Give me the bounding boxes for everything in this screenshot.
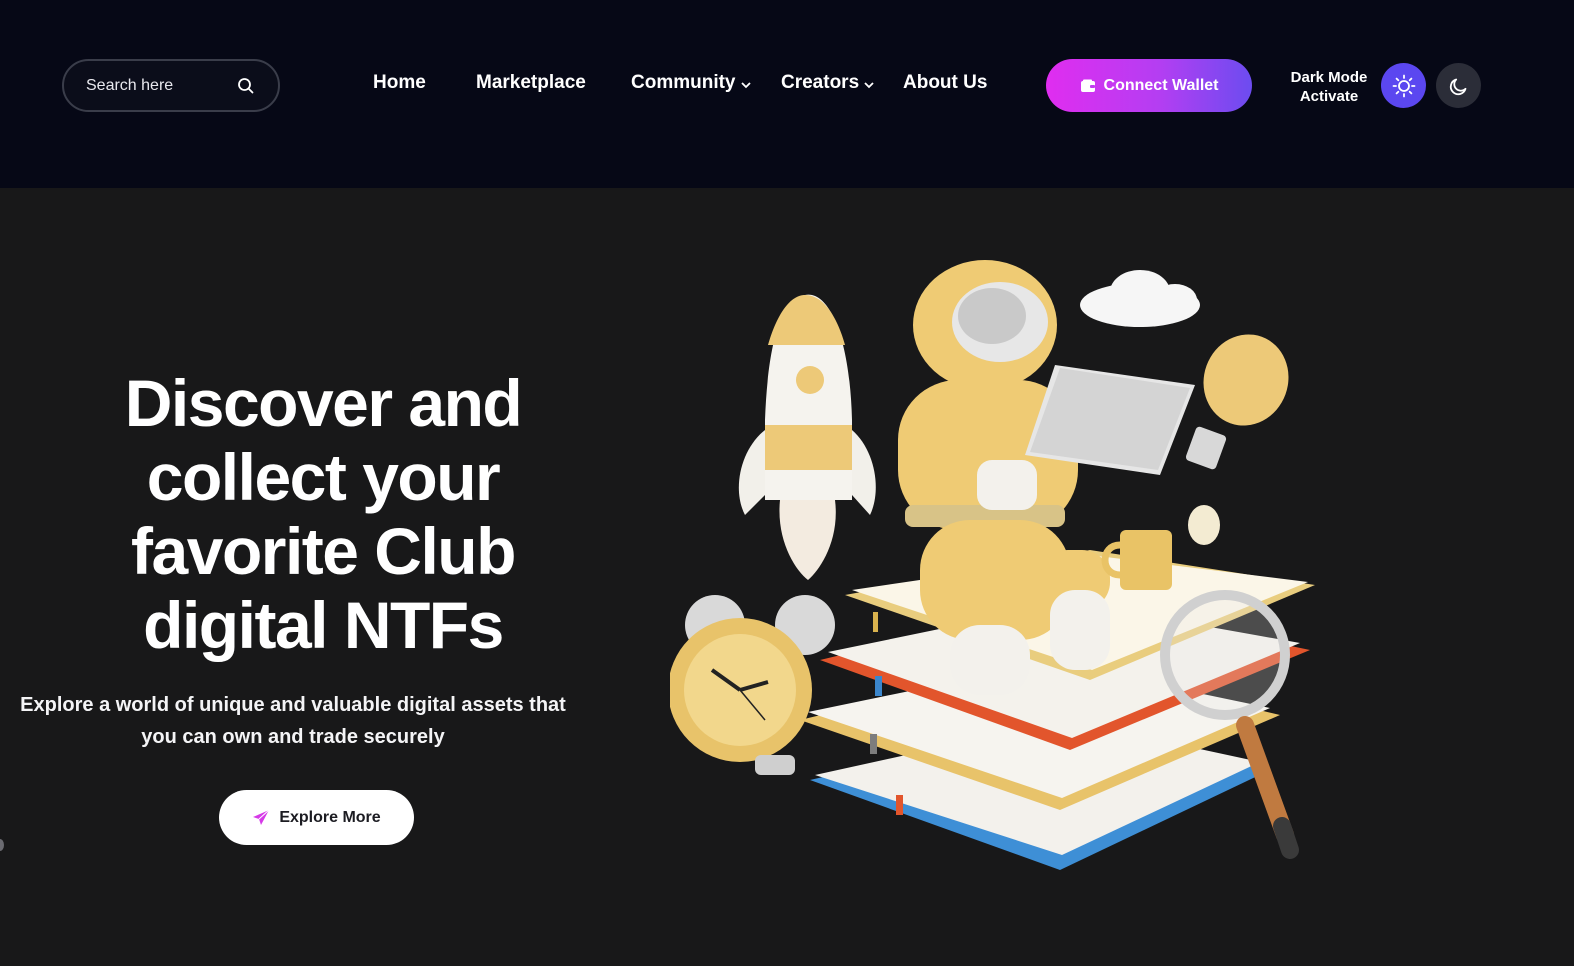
light-bulb-icon — [1185, 334, 1289, 470]
hero-subtitle-line: you can own and trade securely — [141, 726, 445, 748]
bookmark-icon — [873, 612, 878, 632]
scroll-indicator[interactable] — [0, 839, 4, 851]
nav-item-label: Home — [373, 72, 426, 93]
wallet-icon — [1080, 79, 1095, 92]
chevron-down-icon — [864, 82, 874, 89]
cloud-icon — [1080, 270, 1200, 327]
nav-item-marketplace[interactable]: Marketplace — [476, 72, 586, 94]
dark-mode-label-line2: Activate — [1299, 88, 1359, 105]
connect-wallet-label: Connect Wallet — [1103, 76, 1219, 94]
explore-more-label: Explore More — [279, 808, 381, 826]
nav-item-community[interactable]: Community — [631, 72, 752, 94]
hero-title: Discover and collect your favorite Club … — [40, 366, 606, 662]
hero-subtitle: Explore a world of unique and valuable d… — [20, 689, 566, 753]
sun-icon — [1392, 74, 1415, 97]
connect-wallet-button[interactable]: Connect Wallet — [1046, 59, 1252, 112]
nav-item-home[interactable]: Home — [373, 72, 426, 94]
moon-icon — [1449, 78, 1466, 95]
hero-title-line: digital NTFs — [143, 588, 504, 662]
hero-title-line: Discover and — [124, 366, 523, 440]
site-header: Home Marketplace Community Creators Abou… — [0, 0, 1574, 188]
light-mode-button[interactable] — [1381, 63, 1426, 108]
nav-item-creators[interactable]: Creators — [781, 72, 875, 94]
astronaut-books-illustration — [670, 260, 1315, 870]
dark-mode-button[interactable] — [1436, 63, 1481, 108]
hero-title-line: collect your — [146, 440, 501, 514]
search-icon[interactable] — [236, 76, 256, 96]
dark-mode-label: Dark Mode Activate — [1280, 68, 1378, 106]
hero-title-line: favorite Club — [131, 514, 516, 588]
nav-item-label: Marketplace — [476, 72, 586, 93]
hero-subtitle-line: Explore a world of unique and valuable d… — [20, 694, 566, 716]
rocket-icon — [738, 294, 876, 580]
nav-item-label: Community — [631, 72, 736, 93]
nav-item-label: Creators — [781, 72, 860, 93]
search-box[interactable] — [62, 59, 280, 112]
chevron-down-icon — [740, 82, 751, 89]
dark-mode-label-line1: Dark Mode — [1290, 69, 1368, 86]
explore-more-button[interactable]: Explore More — [219, 790, 414, 845]
alarm-clock-icon — [670, 595, 835, 775]
paper-plane-icon — [253, 809, 270, 825]
search-input[interactable] — [86, 76, 226, 95]
nav-item-about-us[interactable]: About Us — [903, 72, 987, 94]
nav-item-label: About Us — [903, 72, 988, 93]
